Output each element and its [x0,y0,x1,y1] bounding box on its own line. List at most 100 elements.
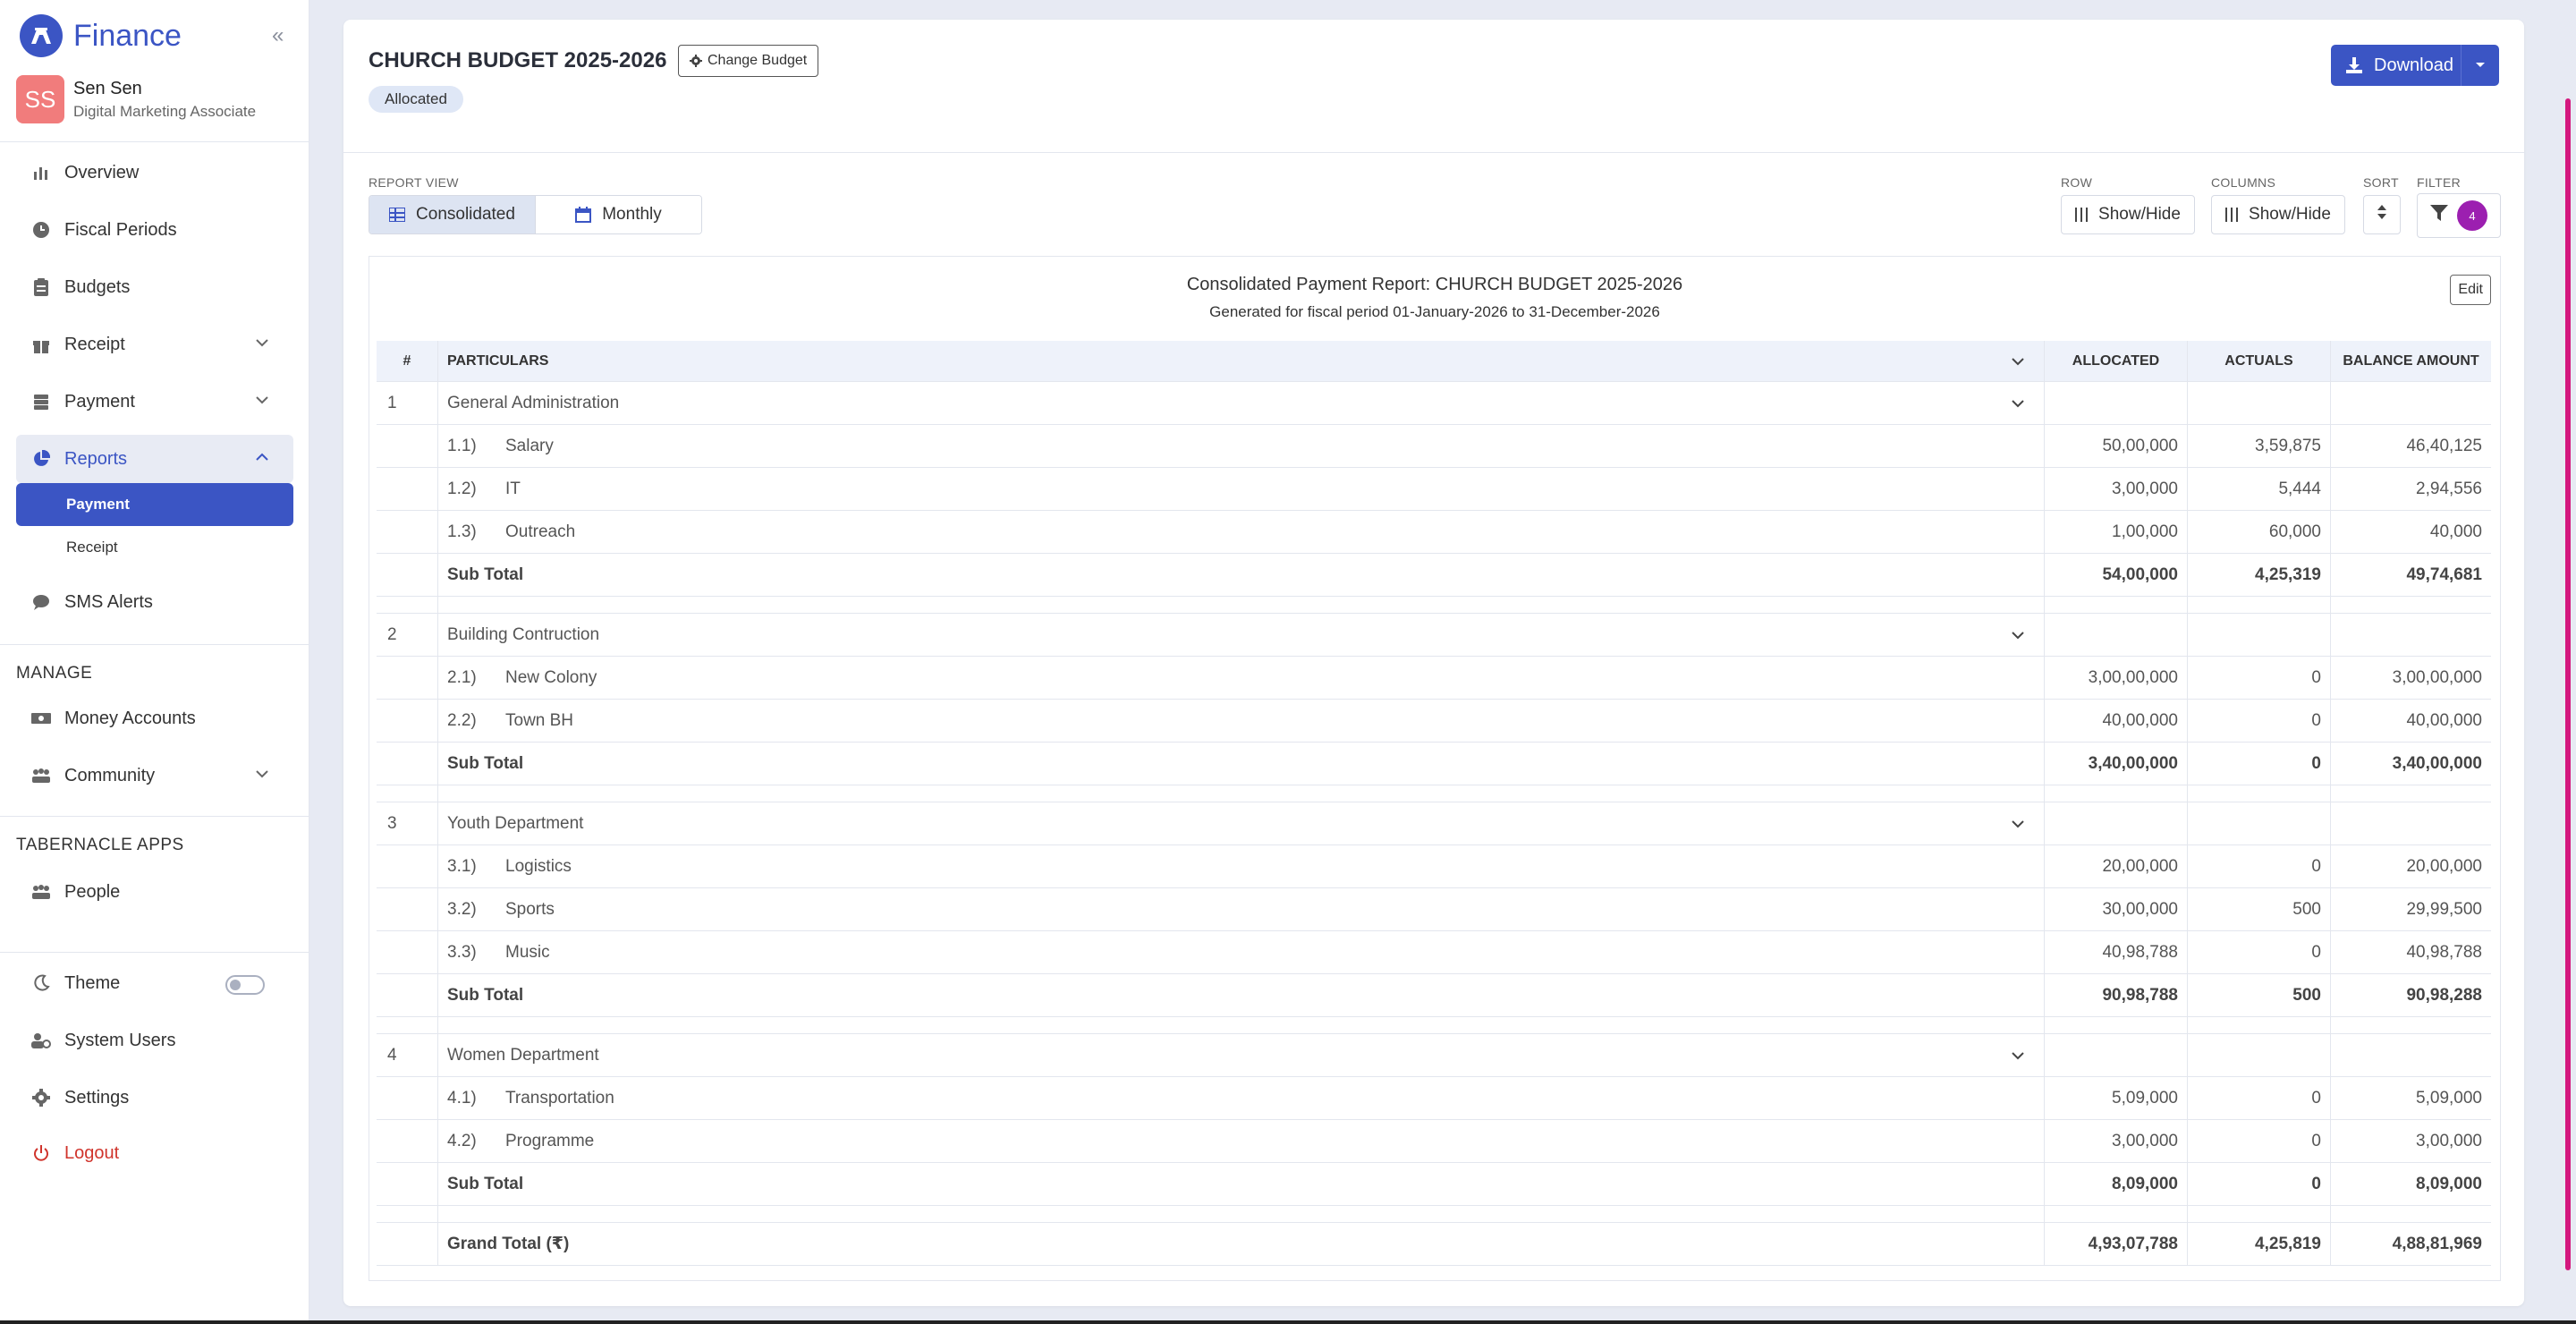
allocated-value: 40,98,788 [2044,931,2187,973]
table-header-row: # PARTICULARS ALLOCATED ACTUALS BALANCE … [377,341,2491,382]
spacer-row [377,1206,2491,1223]
edit-button[interactable]: Edit [2450,275,2491,305]
chevron-down-icon[interactable] [2004,614,2031,656]
row-show-hide-button[interactable]: Show/Hide [2061,195,2195,234]
sidebar-item-system-users[interactable]: System Users [16,1018,293,1063]
empty-cell [2187,785,2330,802]
columns-label: COLUMNS [2211,175,2276,190]
avatar: SS [16,75,64,123]
chevron-down-icon[interactable] [2004,802,2031,844]
app-logo[interactable]: Finance [20,14,182,57]
sidebar-item-label: SMS Alerts [64,591,153,612]
table-row: 2.1) New Colony 3,00,00,000 0 3,00,00,00… [377,657,2491,700]
item-code: 4.1) [437,1077,505,1119]
sidebar-item-money-accounts[interactable]: Money Accounts [16,696,293,741]
table-row: 3.2) Sports 30,00,000 500 29,99,500 [377,888,2491,931]
sidebar-item-overview[interactable]: Overview [16,150,293,195]
columns-show-hide-button[interactable]: Show/Hide [2211,195,2345,234]
sidebar-item-label: Payment [66,496,130,513]
sidebar-item-label: Overview [64,162,140,182]
sidebar: Finance « SS Sen Sen Digital Marketing A… [0,0,309,1324]
item-code: 2.2) [437,700,505,742]
category-row[interactable]: 1 General Administration [377,382,2491,425]
consolidated-view-button[interactable]: Consolidated [369,196,535,233]
page-title: CHURCH BUDGET 2025-2026 [369,48,667,72]
monthly-view-button[interactable]: Monthly [535,196,701,233]
collapse-sidebar-icon[interactable]: « [272,23,284,48]
subtotal-label: Sub Total [437,974,2044,1016]
item-name: Sports [505,899,555,919]
sidebar-subitem-payment[interactable]: Payment [16,483,293,526]
sidebar-item-payment[interactable]: Payment [16,379,293,424]
sort-button[interactable] [2363,195,2401,234]
grand-total-label: Grand Total (₹) [437,1223,2044,1265]
category-number: 4 [387,1045,397,1065]
subtotal-row: Sub Total 8,09,000 0 8,09,000 [377,1163,2491,1206]
chevron-down-icon[interactable] [2004,341,2031,381]
sidebar-item-fiscal-periods[interactable]: Fiscal Periods [16,208,293,252]
clock-icon [30,219,52,241]
report-subtitle: Generated for fiscal period 01-January-2… [1209,303,1660,320]
sidebar-item-people[interactable]: People [16,870,293,914]
empty-cell [2044,382,2187,424]
empty-cell [2044,802,2187,844]
sidebar-item-receipt[interactable]: Receipt [16,322,293,367]
user-profile[interactable]: SS Sen Sen Digital Marketing Associate [16,75,256,123]
gear-icon [30,1087,52,1108]
download-button[interactable]: Download [2331,45,2499,86]
change-budget-button[interactable]: Change Budget [678,45,819,77]
item-name: New Colony [505,667,597,687]
category-row[interactable]: 4 Women Department [377,1034,2491,1077]
sort-label: SORT [2363,175,2399,190]
sidebar-item-theme: Theme [16,961,293,1006]
empty-cell [2330,1034,2491,1076]
sidebar-item-community[interactable]: Community [16,753,293,798]
empty-cell [437,1206,2044,1222]
empty-cell [2330,614,2491,656]
actuals-value: 500 [2187,974,2330,1016]
category-row[interactable]: 2 Building Contruction [377,614,2491,657]
sidebar-item-label: Settings [64,1087,130,1108]
category-row[interactable]: 3 Youth Department [377,802,2491,845]
filter-label: FILTER [2417,175,2461,190]
empty-cell [377,1163,437,1205]
column-header-particulars[interactable]: PARTICULARS [437,341,2044,381]
sidebar-item-label: Theme [64,972,121,993]
sidebar-item-budgets[interactable]: Budgets [16,265,293,310]
monthly-label: Monthly [602,205,662,224]
chevron-down-icon[interactable] [2004,382,2031,424]
download-dropdown-icon[interactable] [2461,45,2499,86]
item-name: Transportation [505,1088,614,1108]
clipboard-icon [30,276,52,298]
page-scrollbar[interactable] [2565,98,2571,1270]
chevron-down-icon[interactable] [2004,1034,2031,1076]
table-row: 1.2) IT 3,00,000 5,444 2,94,556 [377,468,2491,511]
empty-cell [2330,802,2491,844]
sidebar-subitem-receipt[interactable]: Receipt [16,526,293,569]
filter-button[interactable]: 4 [2417,193,2501,238]
sidebar-item-sms-alerts[interactable]: SMS Alerts [16,580,293,624]
actuals-value: 0 [2187,931,2330,973]
theme-toggle[interactable] [225,975,265,995]
sidebar-item-settings[interactable]: Settings [16,1075,293,1120]
filter-count-badge: 4 [2457,200,2487,231]
sidebar-item-logout[interactable]: Logout [16,1131,293,1175]
item-name: Outreach [505,522,576,541]
chevron-up-icon [254,449,270,471]
empty-cell [437,785,2044,802]
sidebar-item-label: Budgets [64,276,131,297]
download-icon [2345,56,2363,74]
balance-value: 3,00,000 [2330,1120,2491,1162]
empty-cell [2044,1206,2187,1222]
sidebar-item-reports[interactable]: Reports [16,435,293,483]
empty-cell [377,1223,437,1265]
allocated-value: 40,00,000 [2044,700,2187,742]
item-code: 1.1) [437,425,505,467]
category-number: 1 [387,393,397,412]
actuals-value: 0 [2187,1163,2330,1205]
pie-chart-icon [30,448,52,470]
user-role: Digital Marketing Associate [73,102,257,120]
sidebar-item-label: Receipt [64,334,125,354]
item-name: Music [505,942,550,962]
header-divider [343,152,2524,153]
